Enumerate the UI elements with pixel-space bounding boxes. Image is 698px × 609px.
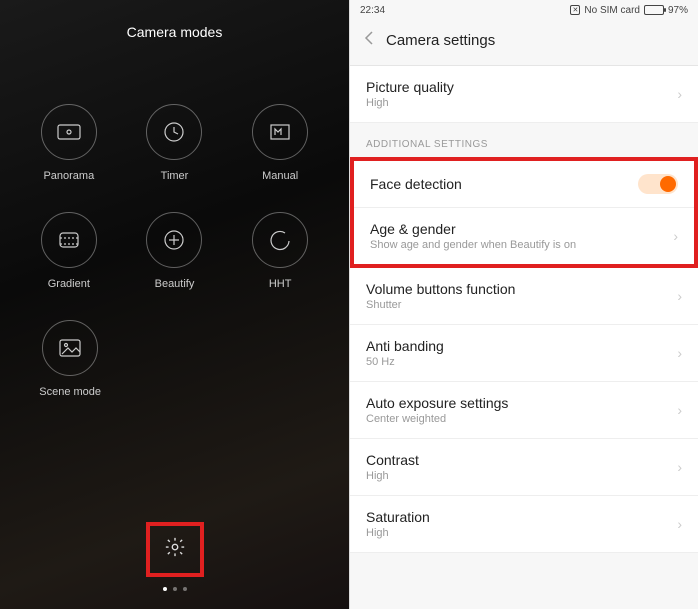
chevron-right-icon: › [677, 516, 682, 532]
scene-icon [42, 320, 98, 376]
chevron-right-icon: › [677, 86, 682, 102]
chevron-right-icon: › [677, 459, 682, 475]
status-sim: No SIM card [584, 5, 640, 16]
mode-beautify[interactable]: Beautify [124, 212, 226, 290]
settings-title: Camera settings [386, 32, 495, 49]
back-icon[interactable] [364, 30, 374, 51]
row-contrast[interactable]: Contrast High › [350, 439, 698, 496]
mode-grid: Panorama Timer Manual Gradient Beautify [0, 80, 349, 290]
chevron-right-icon: › [677, 402, 682, 418]
highlight-face-age: Face detection Age & gender Show age and… [350, 157, 698, 268]
row-picture-quality[interactable]: Picture quality High › [350, 66, 698, 123]
status-bar: 22:34 ✕ No SIM card 97% [350, 0, 698, 20]
mode-manual[interactable]: Manual [229, 104, 331, 182]
face-detection-toggle[interactable] [638, 174, 678, 194]
row-age-gender[interactable]: Age & gender Show age and gender when Be… [354, 208, 694, 264]
chevron-right-icon: › [673, 228, 678, 244]
settings-gear-highlight [146, 522, 204, 577]
gradient-icon [41, 212, 97, 268]
mode-timer[interactable]: Timer [124, 104, 226, 182]
status-time: 22:34 [360, 5, 385, 16]
camera-settings-panel: 22:34 ✕ No SIM card 97% Camera settings … [349, 0, 698, 609]
settings-list: Picture quality High › ADDITIONAL SETTIN… [350, 65, 698, 553]
chevron-right-icon: › [677, 288, 682, 304]
camera-modes-title: Camera modes [0, 0, 349, 40]
row-face-detection[interactable]: Face detection [354, 161, 694, 208]
chevron-right-icon: › [677, 345, 682, 361]
mode-hht[interactable]: HHT [229, 212, 331, 290]
row-anti-banding[interactable]: Anti banding 50 Hz › [350, 325, 698, 382]
beautify-icon [146, 212, 202, 268]
gear-icon[interactable] [164, 545, 186, 562]
row-auto-exposure[interactable]: Auto exposure settings Center weighted › [350, 382, 698, 439]
no-sim-icon: ✕ [570, 5, 580, 15]
battery-icon [644, 5, 664, 15]
manual-icon [252, 104, 308, 160]
page-dots [163, 587, 187, 591]
timer-icon [146, 104, 202, 160]
section-additional: ADDITIONAL SETTINGS [350, 123, 698, 158]
row-saturation[interactable]: Saturation High › [350, 496, 698, 553]
mode-scene[interactable]: Scene mode [18, 320, 122, 398]
hht-icon [252, 212, 308, 268]
camera-modes-panel: Camera modes Panorama Timer Manual Gradi… [0, 0, 349, 609]
mode-grid-row2: Scene mode [0, 290, 349, 398]
row-volume-buttons[interactable]: Volume buttons function Shutter › [350, 268, 698, 325]
mode-panorama[interactable]: Panorama [18, 104, 120, 182]
panorama-icon [41, 104, 97, 160]
battery-pct: 97% [668, 5, 688, 16]
mode-gradient[interactable]: Gradient [18, 212, 120, 290]
settings-header: Camera settings [350, 20, 698, 65]
